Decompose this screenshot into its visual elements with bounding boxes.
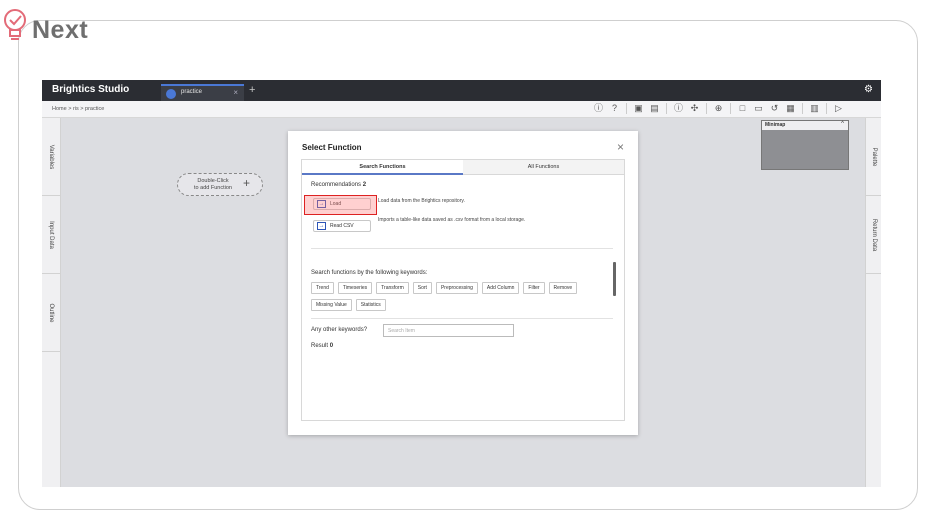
load-highlight-box [304,195,377,215]
info-icon[interactable]: ⓘ [593,103,604,114]
toolbar-separator [730,103,731,114]
tab-return-data[interactable]: Return Data [866,196,881,274]
other-keywords-label: Any other keywords? [311,327,368,333]
copy-icon[interactable]: ▣ [633,103,644,114]
input-data-label: Input Data [48,220,54,249]
outline-label: Outline [48,302,54,323]
keyword-row-1: Trend Timeseries Transform Sort Preproce… [311,282,578,294]
search-input[interactable]: Search Item [383,324,514,337]
function-read-csv-button[interactable]: → Read CSV [313,220,371,232]
run-icon[interactable]: ▷ [833,103,844,114]
result-count: Result 0 [311,343,333,349]
paste-icon[interactable]: ▤ [649,103,660,114]
lightbulb-check-icon [4,9,26,40]
model-icon [166,89,176,99]
tab-input-data[interactable]: Input Data [42,196,60,274]
tab-palette[interactable]: Palette [866,118,881,196]
palette-label: Palette [870,147,877,166]
tab-all-functions[interactable]: All Functions [463,160,624,175]
close-tab-icon[interactable]: × [233,88,238,97]
toolbar: Home > ris > practice ⓘ ? ▣ ▤ ⓘ ✣ ⊕ □ ▭ … [42,101,881,118]
recommendations-heading: Recommendations 2 [311,182,366,188]
keyword-chip[interactable]: Transform [376,282,409,294]
minimap-title: Minimap [765,122,786,128]
load-arrow-icon: → [317,222,326,230]
result-value: 0 [329,343,334,349]
function-description: Imports a table-like data saved as .csv … [378,217,526,223]
toolbar-separator [706,103,707,114]
save-icon[interactable]: ▥ [809,103,820,114]
app-title: Brightics Studio [52,84,130,95]
tab-search-functions[interactable]: Search Functions [302,160,463,175]
select-function-dialog: Select Function × Search Functions All F… [288,131,638,435]
recommendations-label: Recommendations [311,182,362,188]
help-icon[interactable]: ? [609,103,620,114]
gear-icon[interactable]: ⚙ [864,84,873,95]
tab-variables[interactable]: Variables [42,118,60,196]
divider [311,318,613,319]
keywords-heading: Search functions by the following keywor… [311,270,428,276]
function-label: Read CSV [330,223,354,229]
toolbar-separator [626,103,627,114]
new-file-icon[interactable]: □ [737,103,748,114]
function-description: Load data from the Brightics repository. [378,198,465,204]
keyword-chip[interactable]: Preprocessing [435,282,478,294]
keyword-scrollbar[interactable] [613,262,616,296]
keyword-row-2: Missing Value Statistics [311,299,386,311]
brand-header: Next [2,8,88,44]
add-tab-button[interactable]: + [249,84,255,96]
return-data-label: Return Data [870,218,877,251]
dialog-title: Select Function [302,143,362,152]
variables-label: Variables [48,144,54,169]
dialog-tabs: Search Functions All Functions [302,160,624,175]
toolbar-separator [802,103,803,114]
toolbar-icons: ⓘ ? ▣ ▤ ⓘ ✣ ⊕ □ ▭ ↺ ▦ ▥ ▷ [593,103,844,114]
divider [311,248,613,249]
keyword-chip[interactable]: Missing Value [311,299,352,311]
hint-text: Double-Click to add Function [192,178,234,192]
folder-icon[interactable]: ▭ [753,103,764,114]
keyword-chip[interactable]: Remove [548,282,578,294]
tab-practice[interactable]: practice × [161,84,244,101]
keyword-chip[interactable]: Timeseries [337,282,373,294]
info-circle-icon[interactable]: ⓘ [673,103,684,114]
hint-line-2: to add Function [194,185,232,191]
minimap[interactable]: Minimap ^ [761,120,849,170]
hint-line-1: Double-Click [197,178,229,184]
toolbar-separator [666,103,667,114]
right-side-panel: Palette Return Data [865,118,881,487]
minimap-header: Minimap ^ [762,121,848,130]
recommendations-count: 2 [362,182,367,188]
keyword-chip[interactable]: Add Column [481,282,520,294]
result-label: Result [311,343,329,349]
calendar-icon[interactable]: ▦ [785,103,796,114]
move-icon[interactable]: ✣ [689,103,700,114]
left-side-panel: Variables Input Data Outline [42,118,61,487]
close-icon[interactable]: × [617,140,624,154]
tab-label: practice [181,89,203,95]
add-function-hint[interactable]: Double-Click to add Function + [177,173,263,196]
keyword-chip[interactable]: Trend [311,282,334,294]
keyword-chip[interactable]: Sort [412,282,432,294]
keyword-chip[interactable]: Filter [523,282,545,294]
title-bar: Brightics Studio practice × + ⚙ [42,80,881,101]
zoom-icon[interactable]: ⊕ [713,103,724,114]
brand-name: Next [32,16,89,44]
history-icon[interactable]: ↺ [769,103,780,114]
breadcrumb: Home > ris > practice [52,106,105,112]
tab-outline[interactable]: Outline [42,274,60,352]
keyword-chip[interactable]: Statistics [355,299,386,311]
plus-icon: + [242,176,250,190]
chevron-up-icon[interactable]: ^ [841,121,844,127]
toolbar-separator [826,103,827,114]
